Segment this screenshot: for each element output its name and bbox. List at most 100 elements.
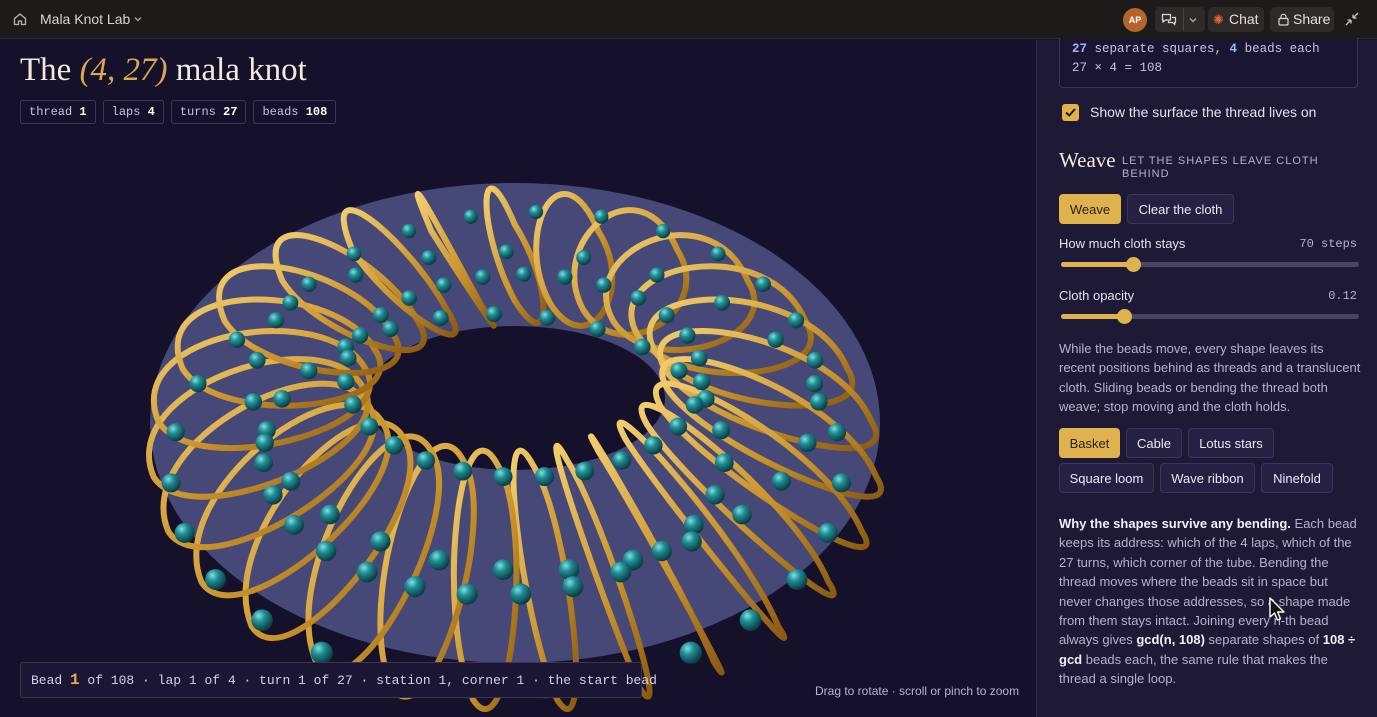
- bead[interactable]: [510, 583, 532, 605]
- bead[interactable]: [562, 576, 584, 598]
- pattern-cable[interactable]: Cable: [1126, 428, 1182, 458]
- bead[interactable]: [705, 485, 725, 505]
- bead[interactable]: [528, 204, 544, 220]
- bead[interactable]: [658, 307, 675, 324]
- pattern-basket[interactable]: Basket: [1059, 428, 1120, 458]
- bead[interactable]: [416, 451, 436, 470]
- bead[interactable]: [633, 338, 651, 356]
- bead[interactable]: [644, 436, 663, 455]
- bead[interactable]: [539, 309, 556, 326]
- control-panel[interactable]: 27 separate squares, 4 beads each 27 × 4…: [1036, 38, 1377, 717]
- bead[interactable]: [244, 393, 263, 411]
- bead[interactable]: [189, 375, 207, 393]
- bead[interactable]: [300, 362, 318, 380]
- bead[interactable]: [610, 561, 632, 583]
- bead[interactable]: [166, 423, 185, 442]
- bead[interactable]: [432, 309, 449, 326]
- bead[interactable]: [651, 540, 672, 562]
- bead[interactable]: [228, 331, 246, 348]
- bead[interactable]: [493, 467, 513, 487]
- cloth-opacity-slider[interactable]: [1061, 309, 1359, 324]
- bead[interactable]: [421, 250, 437, 266]
- slider-thumb[interactable]: [1116, 309, 1132, 324]
- pattern-ninefold[interactable]: Ninefold: [1261, 463, 1333, 493]
- home-icon[interactable]: [12, 11, 28, 27]
- bead[interactable]: [372, 307, 389, 324]
- bead[interactable]: [351, 327, 369, 344]
- bead[interactable]: [320, 504, 340, 525]
- avatar[interactable]: AP: [1123, 8, 1147, 32]
- bead[interactable]: [370, 531, 391, 552]
- bead[interactable]: [485, 306, 502, 323]
- weave-button[interactable]: Weave: [1059, 194, 1121, 224]
- slider-thumb[interactable]: [1125, 257, 1141, 272]
- bead[interactable]: [516, 266, 532, 282]
- bead[interactable]: [337, 373, 355, 391]
- bead[interactable]: [401, 290, 417, 306]
- bead[interactable]: [817, 522, 838, 543]
- bead[interactable]: [251, 609, 273, 631]
- pattern-square-loom[interactable]: Square loom: [1059, 463, 1154, 493]
- bead[interactable]: [612, 451, 631, 470]
- bead[interactable]: [806, 351, 824, 369]
- bead[interactable]: [273, 390, 291, 408]
- cloth-stays-slider[interactable]: [1061, 257, 1359, 272]
- bead[interactable]: [630, 290, 647, 306]
- bead[interactable]: [263, 485, 283, 505]
- bead[interactable]: [281, 471, 301, 491]
- bead[interactable]: [474, 269, 491, 285]
- bead[interactable]: [767, 331, 784, 348]
- bead[interactable]: [347, 267, 364, 283]
- bead[interactable]: [401, 223, 417, 239]
- bead[interactable]: [356, 561, 378, 583]
- bead[interactable]: [788, 312, 805, 329]
- bead[interactable]: [594, 209, 609, 224]
- bead[interactable]: [798, 433, 817, 453]
- bead[interactable]: [679, 641, 702, 664]
- bead[interactable]: [428, 549, 450, 571]
- bead[interactable]: [575, 461, 595, 481]
- bead[interactable]: [557, 269, 573, 285]
- bead[interactable]: [404, 576, 426, 598]
- bead[interactable]: [649, 267, 665, 283]
- share-button[interactable]: Share: [1270, 7, 1334, 32]
- bead[interactable]: [589, 320, 606, 338]
- bead[interactable]: [714, 294, 730, 311]
- bead[interactable]: [827, 423, 847, 442]
- bead[interactable]: [492, 559, 514, 581]
- bead[interactable]: [456, 583, 478, 605]
- bead[interactable]: [670, 362, 688, 380]
- bead[interactable]: [344, 396, 362, 414]
- collapse-icon[interactable]: [1345, 12, 1359, 26]
- chevron-down-icon[interactable]: [133, 14, 143, 24]
- surface-checkbox[interactable]: [1062, 104, 1079, 121]
- bead[interactable]: [669, 417, 688, 436]
- bead[interactable]: [436, 277, 452, 293]
- bead[interactable]: [453, 461, 473, 481]
- bead[interactable]: [282, 294, 299, 311]
- bead[interactable]: [710, 246, 726, 262]
- bead[interactable]: [693, 373, 711, 391]
- clear-cloth-button[interactable]: Clear the cloth: [1127, 194, 1234, 224]
- chat-button[interactable]: ✺ Chat: [1208, 7, 1264, 32]
- bead[interactable]: [534, 467, 554, 487]
- bead[interactable]: [771, 471, 791, 491]
- bead[interactable]: [690, 349, 708, 367]
- pattern-lotus-stars[interactable]: Lotus stars: [1188, 428, 1274, 458]
- bead[interactable]: [786, 569, 808, 590]
- bead[interactable]: [679, 327, 696, 344]
- bead[interactable]: [805, 375, 824, 393]
- bead[interactable]: [248, 351, 266, 369]
- bead[interactable]: [739, 609, 762, 631]
- bead[interactable]: [339, 349, 357, 367]
- bead[interactable]: [284, 514, 305, 535]
- bead[interactable]: [498, 244, 514, 260]
- bead[interactable]: [732, 504, 752, 525]
- bead[interactable]: [360, 417, 379, 436]
- bead[interactable]: [310, 641, 333, 664]
- bead[interactable]: [346, 246, 362, 262]
- bead[interactable]: [255, 433, 274, 453]
- bead[interactable]: [681, 531, 702, 552]
- bead[interactable]: [315, 540, 337, 562]
- bead[interactable]: [463, 209, 478, 224]
